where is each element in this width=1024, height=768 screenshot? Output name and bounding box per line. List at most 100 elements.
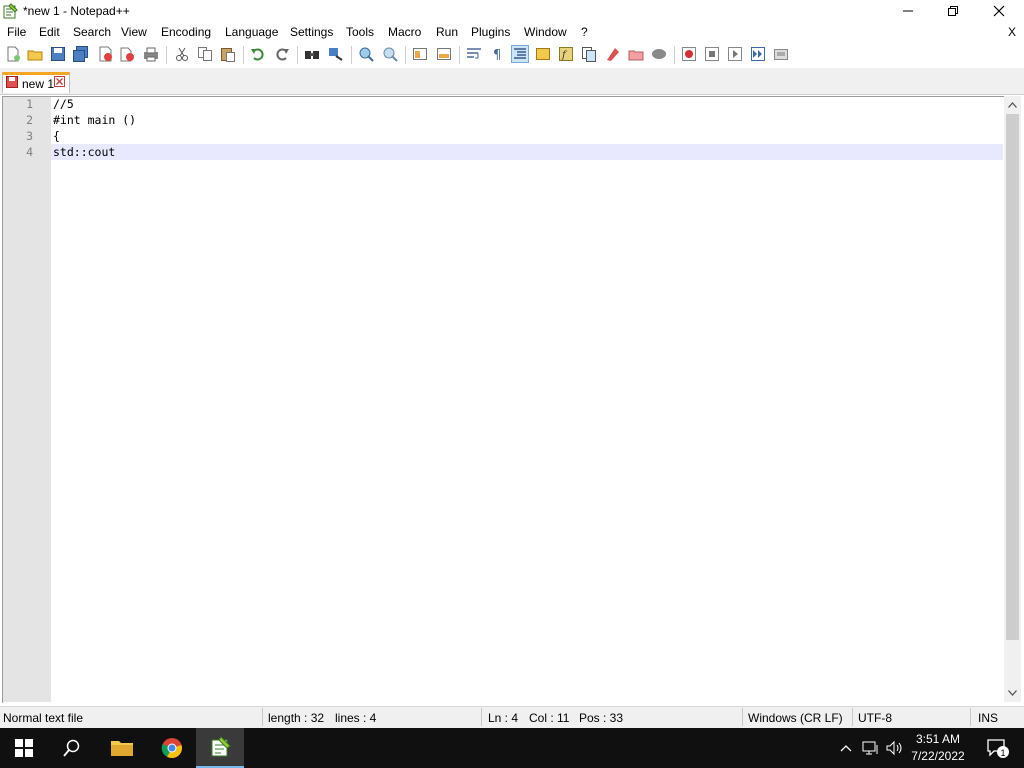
record-macro-icon[interactable] [681,46,697,62]
scroll-up-arrow-icon[interactable] [1004,97,1021,113]
clock-time[interactable]: 3:51 AM [905,732,971,746]
chevron-up-icon [840,745,852,752]
run-macro-multiple-icon[interactable] [750,46,766,62]
chrome-button[interactable] [148,728,196,768]
menu-window[interactable]: Window [524,25,567,39]
word-wrap-icon[interactable] [466,46,482,62]
menu-edit[interactable]: Edit [39,25,60,39]
menu-language[interactable]: Language [225,25,278,39]
menu-macro[interactable]: Macro [388,25,421,39]
doc-map-icon[interactable] [535,46,551,62]
menu-help[interactable]: ? [581,25,588,39]
scrollbar-thumb[interactable] [1006,114,1019,640]
doc-list-icon[interactable] [581,46,597,62]
toolbar-separator [297,46,298,64]
notepadpp-taskbar-button[interactable] [196,728,244,768]
menu-settings[interactable]: Settings [290,25,333,39]
paste-icon[interactable] [220,46,236,62]
menu-file[interactable]: File [7,25,26,39]
action-center-button[interactable]: 1 [976,728,1020,768]
search-button[interactable] [48,728,96,768]
svg-text:¶: ¶ [493,48,501,62]
tab-label: new 1 [22,77,55,91]
close-document-button[interactable]: X [1008,25,1016,39]
folder-icon[interactable] [628,46,644,62]
sync-vertical-icon[interactable] [412,46,428,62]
volume-button[interactable] [884,728,906,768]
print-icon[interactable] [143,46,159,62]
tab-close-icon[interactable] [54,76,65,87]
scroll-down-arrow-icon[interactable] [1004,685,1021,701]
restore-button[interactable] [930,0,976,22]
code-line[interactable]: { [53,128,60,144]
status-separator [970,708,971,726]
undo-icon[interactable] [250,46,266,62]
status-separator [262,708,263,726]
play-macro-icon[interactable] [727,46,743,62]
file-explorer-button[interactable] [98,728,146,768]
save-all-icon[interactable] [73,46,89,62]
editor-area[interactable] [2,96,1005,703]
function-list-icon[interactable]: f [558,46,574,62]
monitoring-icon[interactable] [651,46,667,62]
status-encoding: UTF-8 [858,711,892,725]
zoom-out-icon[interactable] [382,46,398,62]
toolbar-separator [674,46,675,64]
svg-text:1: 1 [1001,748,1006,758]
status-pos: Pos : 33 [579,711,624,725]
menu-tools[interactable]: Tools [346,25,374,39]
current-line-highlight [51,144,1003,160]
chrome-icon [161,738,182,759]
menu-run[interactable]: Run [436,25,458,39]
save-icon[interactable] [50,46,66,62]
menu-bar: File Edit Search View Encoding Language … [0,22,1024,42]
stop-record-icon[interactable] [704,46,720,62]
restore-icon [948,6,958,16]
close-icon [993,5,1005,17]
status-separator [742,708,743,726]
find-icon[interactable] [304,46,320,62]
network-icon [862,741,878,755]
network-button[interactable] [860,728,882,768]
status-file-type: Normal text file [3,711,84,725]
toolbar-separator [459,46,460,64]
folder-workspace-icon[interactable] [605,46,621,62]
start-button[interactable] [0,728,48,768]
close-window-button[interactable] [976,0,1022,22]
menu-view[interactable]: View [121,25,147,39]
status-lines: lines : 4 [335,711,377,725]
show-all-chars-icon[interactable]: ¶ [489,46,505,63]
zoom-in-icon[interactable] [358,46,374,62]
tab-bar [0,68,1024,95]
line-number: 2 [26,113,33,127]
line-number: 3 [26,129,33,143]
new-file-icon[interactable] [5,46,21,62]
copy-icon[interactable] [197,46,213,62]
minimize-icon [903,10,913,12]
close-all-icon[interactable] [119,46,135,62]
toolbar-separator [166,46,167,64]
cut-icon[interactable] [174,46,190,62]
open-file-icon[interactable] [27,46,43,62]
code-line[interactable]: #int main () [53,112,136,128]
line-number-gutter [3,97,51,702]
unsaved-file-icon [6,76,18,88]
close-file-icon[interactable] [97,46,113,62]
toolbar-separator [405,46,406,64]
menu-encoding[interactable]: Encoding [161,25,211,39]
minimize-button[interactable] [885,0,931,22]
clock-date[interactable]: 7/22/2022 [905,749,971,763]
folder-icon [111,741,133,756]
redo-icon[interactable] [274,46,290,62]
menu-plugins[interactable]: Plugins [471,25,510,39]
show-hidden-icons-button[interactable] [836,728,856,768]
toolbar-separator [351,46,352,64]
menu-search[interactable]: Search [73,25,111,39]
save-macro-icon[interactable] [773,46,789,62]
code-line[interactable]: //5 [53,96,74,112]
code-line[interactable]: std::cout [53,144,115,160]
replace-icon[interactable] [328,46,344,62]
status-col: Col : 11 [529,711,570,725]
sync-horizontal-icon[interactable] [436,46,452,62]
indent-guide-icon[interactable] [511,45,529,63]
